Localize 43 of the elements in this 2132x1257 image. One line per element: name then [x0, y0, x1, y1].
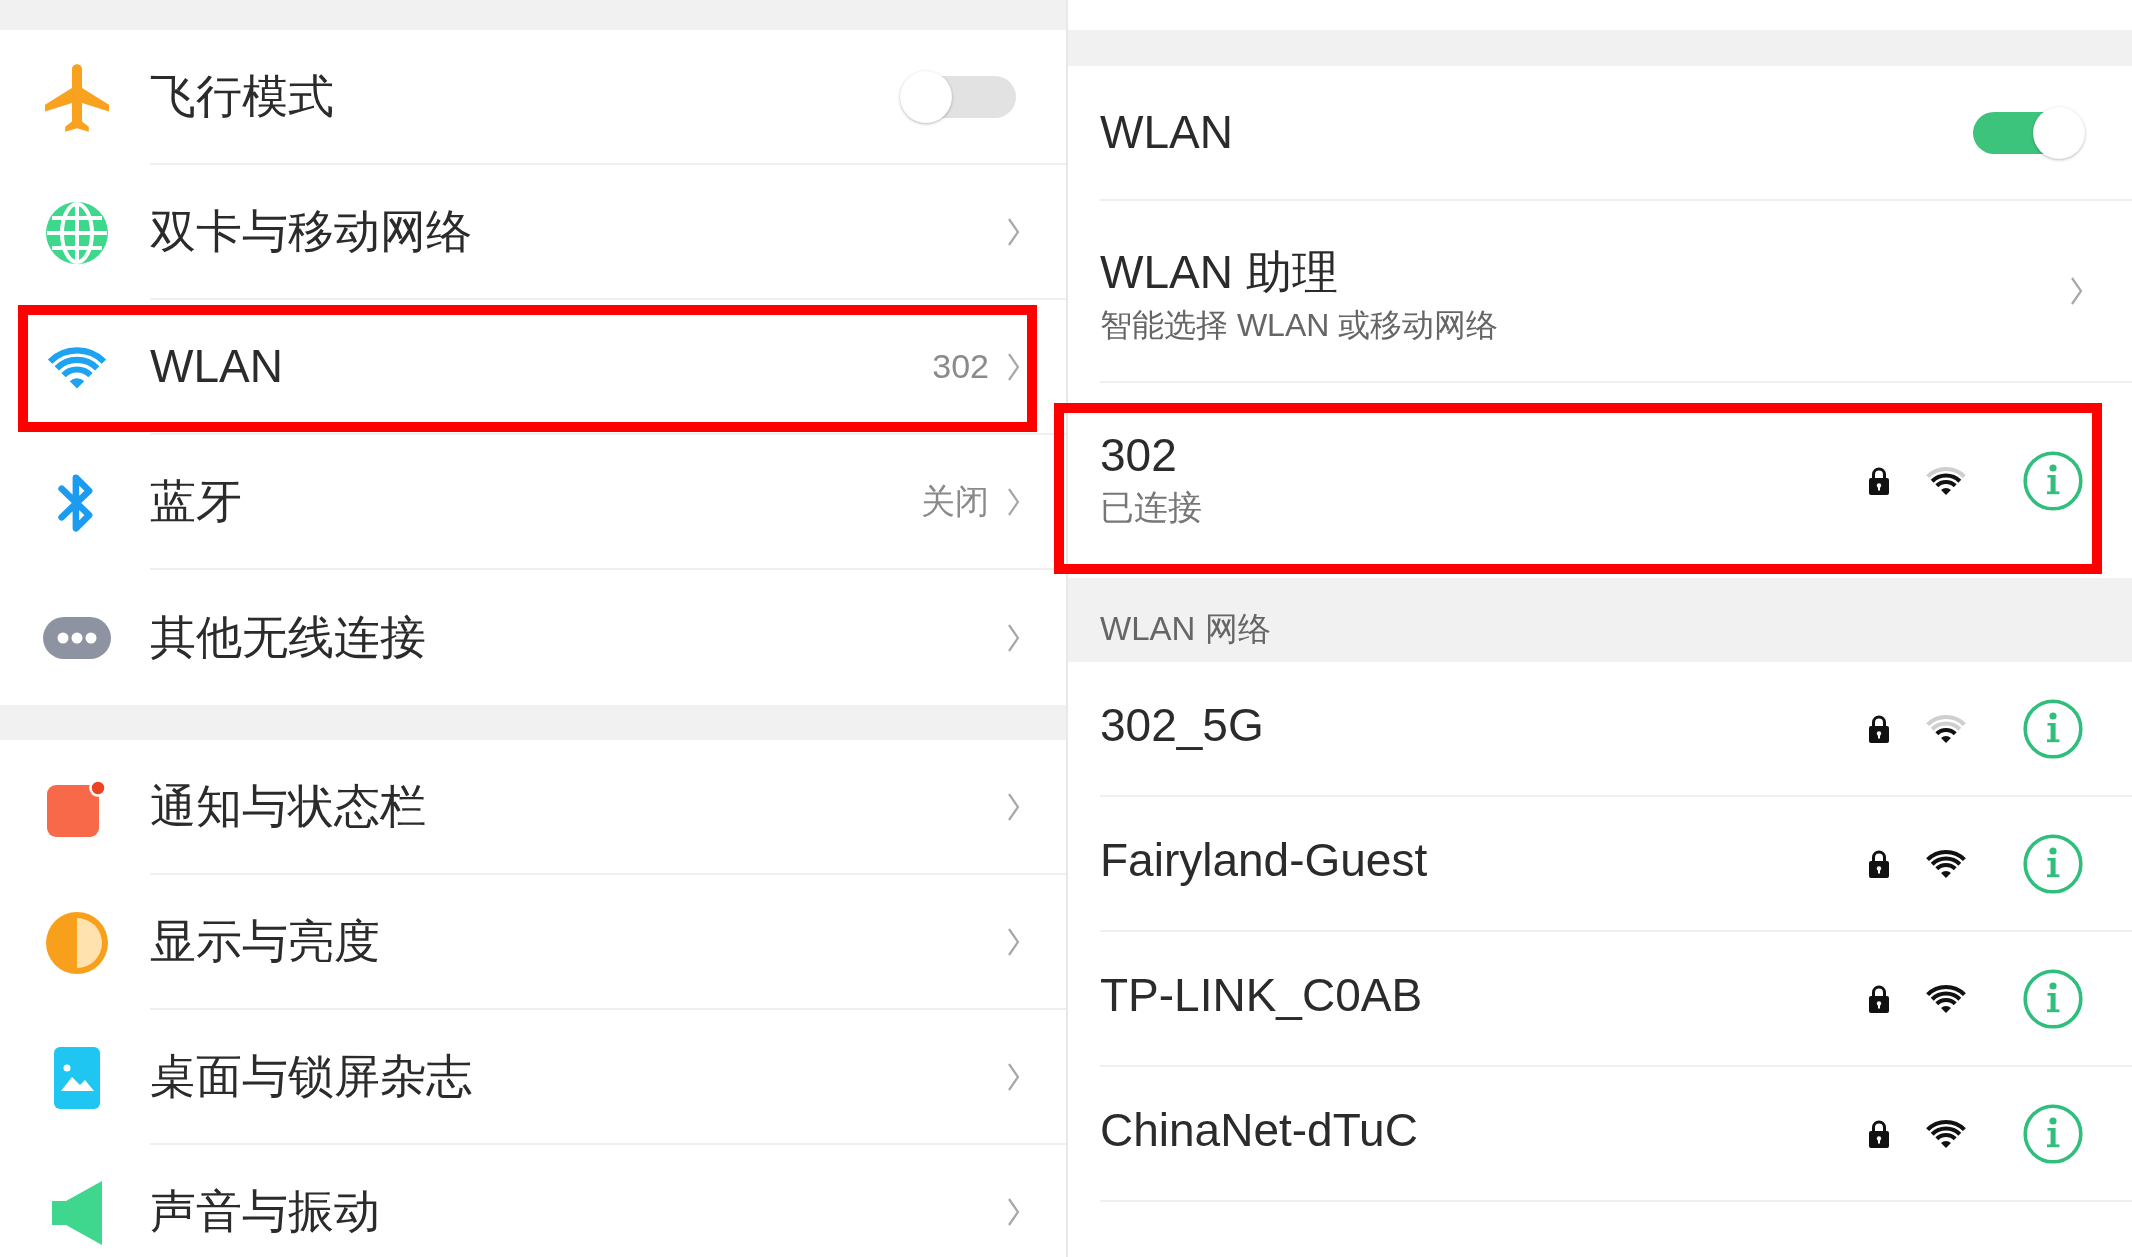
chevron-icon [1007, 486, 1020, 517]
info-icon[interactable] [2023, 450, 2083, 511]
chevron-icon [1007, 791, 1020, 822]
chevron-icon [1007, 1196, 1020, 1227]
wlan-label: WLAN [1100, 104, 1233, 160]
setting-label[interactable]: 其他无线连接 [150, 609, 426, 666]
assistant-title[interactable]: WLAN 助理 [1100, 245, 2070, 301]
wifi-icon [46, 345, 108, 390]
setting-label[interactable]: 双卡与移动网络 [150, 203, 472, 260]
half-circle-icon [45, 910, 109, 975]
chevron-icon [1007, 926, 1020, 957]
network-name[interactable]: Fairyland-Guest [1100, 832, 1868, 889]
section-title: WLAN 网络 [1100, 609, 1271, 649]
airplane-icon [45, 63, 109, 132]
setting-label[interactable]: 显示与亮度 [150, 913, 380, 970]
info-icon[interactable] [2023, 1103, 2083, 1164]
setting-value: 302 [932, 346, 989, 387]
setting-value: 关闭 [921, 481, 989, 522]
info-icon[interactable] [2023, 833, 2083, 894]
connection-status: 已连接 [1100, 486, 1203, 528]
network-name[interactable]: 302 [1100, 427, 1868, 483]
network-name[interactable]: 302_5G [1100, 697, 1868, 754]
info-icon[interactable] [2023, 968, 2083, 1029]
setting-label[interactable]: 声音与振动 [150, 1183, 380, 1240]
assistant-subtitle: 智能选择 WLAN 或移动网络 [1100, 306, 1500, 345]
setting-label[interactable]: 桌面与锁屏杂志 [150, 1048, 472, 1105]
chevron-icon [1007, 1061, 1020, 1092]
setting-label[interactable]: 飞行模式 [150, 68, 334, 125]
setting-label[interactable]: 通知与状态栏 [150, 778, 426, 835]
three-dots-icon [43, 616, 111, 659]
chevron-icon [1007, 622, 1020, 653]
picture-icon [54, 1046, 100, 1109]
notification-icon [47, 778, 107, 837]
chevron-icon [1007, 351, 1020, 382]
setting-label[interactable]: 蓝牙 [150, 473, 242, 530]
globe-icon [45, 200, 109, 265]
chevron-icon [2070, 276, 2083, 306]
chevron-icon [1007, 216, 1020, 247]
speaker-icon [52, 1180, 102, 1245]
network-name[interactable]: ChinaNet-dTuC [1100, 1102, 1868, 1159]
network-name[interactable]: TP-LINK_C0AB [1100, 967, 1868, 1024]
info-icon[interactable] [2023, 698, 2083, 759]
setting-label[interactable]: WLAN [150, 338, 283, 395]
